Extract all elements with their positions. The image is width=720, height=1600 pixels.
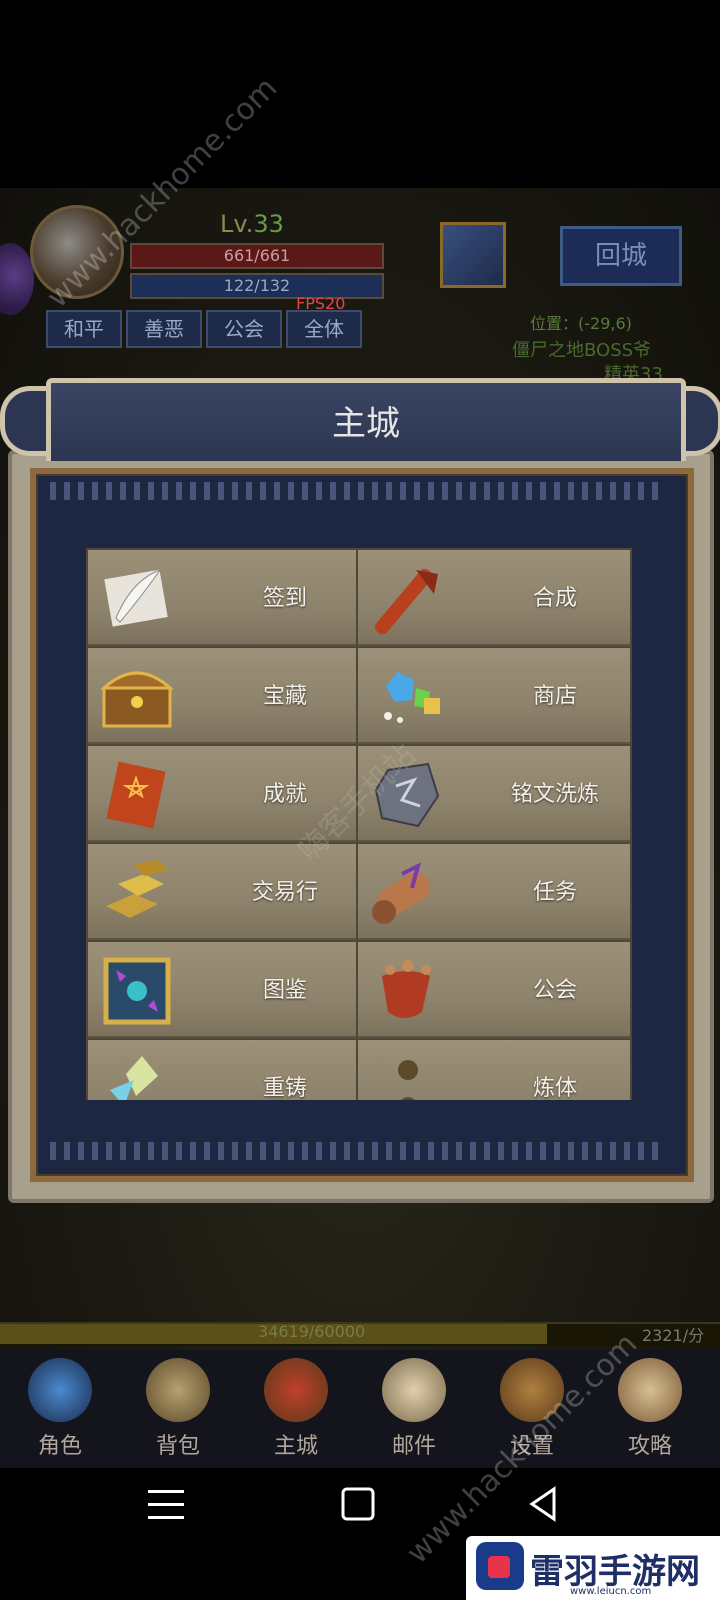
guild-banner-icon	[382, 960, 431, 1018]
position-readout: 位置：(-29,6)	[530, 314, 632, 333]
menu-item-codex[interactable]: 图鉴	[86, 940, 362, 1042]
ornament-bottom	[50, 1142, 662, 1160]
pentagram-scroll-icon	[106, 761, 166, 829]
menu-item-treasure[interactable]: 宝藏	[86, 646, 362, 748]
boss-info: 僵尸之地BOSS爷	[512, 340, 652, 361]
menu-item-recast[interactable]: 重铸	[86, 1038, 362, 1100]
nav-label: 主城	[273, 1434, 318, 1459]
menu-item-signin[interactable]: 签到	[86, 548, 362, 650]
nav-label: 攻略	[627, 1434, 672, 1459]
home-icon[interactable]	[340, 1486, 376, 1522]
scroll-tube-icon	[375, 568, 438, 635]
quill-paper-icon	[104, 569, 168, 627]
modal-title: 主城	[332, 404, 400, 444]
menu-item-guild[interactable]: 公会	[356, 940, 632, 1042]
treasure-chest-icon	[100, 671, 174, 728]
nav-label: 邮件	[391, 1434, 436, 1459]
player-level: Lv.33	[220, 210, 284, 238]
menu-item-synthesis[interactable]: 合成	[356, 548, 632, 650]
back-icon[interactable]	[528, 1486, 558, 1522]
mode-guild-button[interactable]: 公会	[206, 310, 282, 348]
mode-goodevil-button[interactable]: 善恶	[126, 310, 202, 348]
menu-item-label: 任务	[532, 880, 577, 905]
crystal-icon	[110, 1056, 158, 1100]
menu-item-label: 图鉴	[262, 978, 307, 1003]
nav-label: 角色	[37, 1434, 82, 1459]
menu-item-shop[interactable]: 商店	[356, 646, 632, 748]
menu-item-label: 铭文洗炼	[510, 782, 599, 807]
mode-peace-button[interactable]: 和平	[46, 310, 122, 348]
gold-bars-icon	[106, 860, 168, 918]
bag-icon	[146, 1358, 210, 1422]
codex-book-icon	[103, 957, 171, 1025]
nav-bag[interactable]: 背包	[118, 1350, 238, 1468]
menu-item-label: 签到	[262, 586, 307, 611]
hp-bar: 661/661	[130, 243, 384, 269]
gift-box-icon[interactable]	[440, 222, 506, 288]
menu-item-label: 合成	[532, 586, 577, 611]
menu-item-quest[interactable]: 任务	[356, 842, 632, 944]
level-value: 33	[253, 210, 284, 238]
mail-icon	[382, 1358, 446, 1422]
level-prefix: Lv.	[220, 210, 254, 238]
nav-character[interactable]: 角色	[0, 1350, 120, 1468]
xp-rate: 2321/分	[642, 1326, 705, 1345]
nav-label: 背包	[155, 1434, 200, 1459]
menu-item-label: 重铸	[262, 1076, 307, 1100]
status-area	[0, 0, 720, 188]
city-icon	[264, 1358, 328, 1422]
menu-item-label: 炼体	[532, 1076, 577, 1100]
menu-item-label: 公会	[532, 978, 577, 1003]
statue-icon	[398, 1060, 418, 1100]
character-icon	[28, 1358, 92, 1422]
nav-city[interactable]: 主城	[236, 1350, 356, 1468]
gems-icon	[384, 672, 440, 723]
mode-all-button[interactable]: 全体	[286, 310, 362, 348]
menu-item-label: 交易行	[251, 880, 318, 905]
mp-bar: 122/132	[130, 273, 384, 299]
return-city-button[interactable]: 回城	[560, 226, 682, 286]
menu-item-label: 宝藏	[262, 684, 307, 709]
menu-item-refine-body[interactable]: 炼体	[356, 1038, 632, 1100]
brand-url: www.leiucn.com	[570, 1586, 652, 1597]
brand-logo-accent	[488, 1556, 510, 1578]
menu-icon[interactable]	[148, 1488, 184, 1522]
nav-mail[interactable]: 邮件	[354, 1350, 474, 1468]
quest-scroll-icon	[372, 862, 431, 924]
ornament-top	[50, 482, 662, 500]
menu-item-label: 商店	[532, 684, 577, 709]
xp-text: 34619/60000	[258, 1322, 366, 1341]
